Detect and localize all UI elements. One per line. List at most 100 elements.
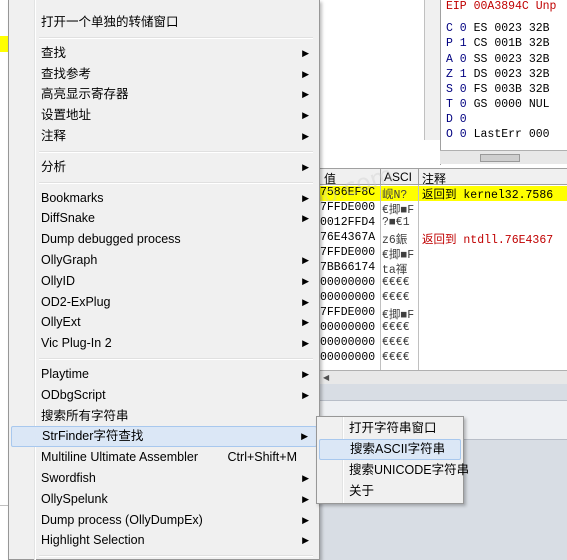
menu-separator	[39, 36, 313, 39]
menu-item-item-3[interactable]: 查找参考 ▶	[11, 64, 317, 85]
register-value: ES 0023 32B	[466, 22, 550, 35]
menu-item-label: OllySpelunk	[41, 491, 108, 506]
menu-item-label: 设置地址	[41, 108, 92, 123]
register-line[interactable]: T 0 GS 0000 NUL	[446, 98, 550, 111]
menu-item-label: 搜索所有字符串	[41, 408, 129, 423]
menu-item-vic-plug-in-2[interactable]: Vic Plug-In 2 ▶	[11, 333, 317, 354]
submenu-arrow-icon: ▶	[302, 89, 309, 100]
submenu-arrow-icon: ▶	[302, 296, 309, 307]
stack-value: 7BB66174	[320, 261, 376, 274]
menu-item-ollyext[interactable]: OllyExt ▶	[11, 312, 317, 333]
menu-item-label: Dump process (OllyDumpEx)	[41, 512, 203, 527]
register-line[interactable]: EIP 00A3894C Unp	[446, 0, 556, 13]
header-divider[interactable]	[380, 169, 381, 185]
menu-item-dump-process-ollydumpex[interactable]: Dump process (OllyDumpEx) ▶	[11, 510, 317, 531]
stack-row[interactable]: 00000000 €€€€	[320, 291, 567, 306]
submenu-arrow-icon: ▶	[302, 213, 309, 224]
menu-item-ollyid[interactable]: OllyID ▶	[11, 271, 317, 292]
register-name: O 0	[446, 128, 467, 141]
menu-item-strfinder[interactable]: StrFinder字符查找 ▶	[11, 426, 317, 448]
menu-item-item-21[interactable]: 搜索所有字符串	[11, 406, 317, 427]
stack-value: 0012FFD4	[320, 216, 376, 229]
menu-item-item-4[interactable]: 高亮显示寄存器 ▶	[11, 84, 317, 105]
menu-item-label: DiffSnake	[41, 211, 95, 226]
menu-item-label: 查找参考	[41, 66, 92, 81]
menu-item-label: Highlight Selection	[41, 533, 145, 548]
register-line[interactable]: Z 1 DS 0023 32B	[446, 68, 550, 81]
menu-item-ollyspelunk[interactable]: OllySpelunk ▶	[11, 489, 317, 510]
menu-item-playtime[interactable]: Playtime ▶	[11, 364, 317, 385]
submenu-item-ascii[interactable]: 搜索ASCII字符串	[319, 439, 461, 460]
menu-separator	[39, 555, 313, 558]
stack-row[interactable]: 0012FFD4 ?■€1	[320, 216, 567, 231]
menu-item-highlight-selection[interactable]: Highlight Selection ▶	[11, 530, 317, 551]
submenu-item-unicode[interactable]: 搜索UNICODE字符串	[319, 460, 469, 481]
menu-item-odbgscript[interactable]: ODbgScript ▶	[11, 385, 317, 406]
register-line[interactable]: O 0 LastErr 000	[446, 128, 550, 141]
register-value: GS 0000 NUL	[466, 98, 550, 111]
registers-hscrollbar[interactable]	[440, 150, 567, 164]
stack-ascii: €€€€	[382, 351, 410, 364]
menu-item-item-2[interactable]: 查找 ▶	[11, 43, 317, 64]
stack-row[interactable]: 7BB66174 ta禈	[320, 261, 567, 277]
info-pane	[320, 0, 440, 140]
register-value: LastErr 000	[466, 128, 550, 141]
stack-hscrollbar[interactable]: ◀	[320, 370, 567, 384]
header-divider[interactable]	[418, 169, 419, 185]
menu-item-bookmarks[interactable]: Bookmarks ▶	[11, 188, 317, 209]
menu-item-dump-debugged-process[interactable]: Dump debugged process	[11, 229, 317, 250]
stack-value: 00000000	[320, 321, 376, 334]
register-line[interactable]: S 0 FS 003B 32B	[446, 83, 550, 96]
stack-value: 7FFDE000	[320, 246, 376, 259]
menu-item-label: 查找	[41, 45, 67, 60]
register-name: P 1	[446, 37, 467, 50]
register-line[interactable]: D 0	[446, 113, 467, 126]
register-name: D 0	[446, 113, 467, 126]
info-scrollbar[interactable]	[424, 0, 440, 140]
stack-row[interactable]: 00000000 €€€€	[320, 321, 567, 336]
stack-row[interactable]: 7FFDE000 €揤■F	[320, 246, 567, 262]
register-line[interactable]: A 0 SS 0023 32B	[446, 53, 550, 66]
stack-ascii: €揤■F	[382, 204, 415, 217]
menu-item-label: OllyGraph	[41, 253, 98, 267]
menu-item-item-5[interactable]: 设置地址 ▶	[11, 105, 317, 126]
stack-row[interactable]: 00000000 €€€€	[320, 351, 567, 366]
register-line[interactable]: P 1 CS 001B 32B	[446, 37, 550, 50]
menu-item-diffsnake[interactable]: DiffSnake ▶	[11, 208, 317, 229]
submenu-item-item-3[interactable]: 关于	[319, 481, 461, 502]
menu-item-label: 高亮显示寄存器	[41, 87, 129, 102]
stack-row[interactable]: 7FFDE000 €揤■F	[320, 201, 567, 217]
stack-row[interactable]: 00000000 €€€€	[320, 336, 567, 351]
submenu-arrow-icon: ▶	[302, 275, 309, 286]
stack-ascii: ?■€1	[382, 216, 410, 229]
stack-row[interactable]: 7FFDE000 €揤■F	[320, 306, 567, 322]
menu-item-item-6[interactable]: 注释 ▶	[11, 126, 317, 147]
stack-value: 00000000	[320, 291, 376, 304]
menu-item-multiline-ultimate-assembler[interactable]: Multiline Ultimate Assembler Ctrl+Shift+M	[11, 447, 317, 468]
submenu-item-item-0[interactable]: 打开字符串窗口	[319, 418, 461, 439]
submenu-arrow-icon: ▶	[302, 369, 309, 379]
scroll-left-icon[interactable]: ◀	[323, 373, 329, 382]
menu-item-item-0[interactable]: 打开一个单独的转储窗口	[11, 12, 317, 33]
menu-item-item-8[interactable]: 分析 ▶	[11, 157, 317, 178]
scroll-thumb[interactable]	[480, 154, 520, 162]
stack-ascii: €€€€	[382, 336, 410, 349]
menu-item-swordfish[interactable]: Swordfish ▶	[11, 468, 317, 489]
stack-value: 7FFDE000	[320, 201, 376, 214]
stack-pane[interactable]: 7586EF8C 岘N? 返回到 kernel32.7586 7FFDE000 €揤■F…	[320, 185, 567, 370]
submenu-arrow-icon: ▶	[302, 535, 309, 546]
stack-row[interactable]: 00000000 €€€€	[320, 276, 567, 291]
stack-row[interactable]: 7586EF8C 岘N? 返回到 kernel32.7586	[320, 186, 567, 202]
menu-item-label: ODbgScript	[41, 387, 106, 402]
submenu-item-label: 搜索UNICODE字符串	[349, 463, 470, 477]
registers-pane[interactable]: EIP 00A3894C Unp C 0 ES 0023 32B P 1 CS 00…	[440, 0, 567, 165]
register-line[interactable]: C 0 ES 0023 32B	[446, 22, 550, 35]
register-value: CS 001B 32B	[466, 37, 550, 50]
stack-row[interactable]: 76E4367A z6鋠 返回到 ntdll.76E4367	[320, 231, 567, 247]
register-name: S 0	[446, 83, 467, 96]
menu-item-od2-explug[interactable]: OD2-ExPlug ▶	[11, 292, 317, 313]
menu-item-ollygraph[interactable]: OllyGraph ▶	[11, 250, 317, 271]
stack-value: 00000000	[320, 276, 376, 289]
menu-item-label: 注释	[41, 129, 67, 143]
stack-comment: 返回到 ntdll.76E4367	[422, 234, 554, 247]
